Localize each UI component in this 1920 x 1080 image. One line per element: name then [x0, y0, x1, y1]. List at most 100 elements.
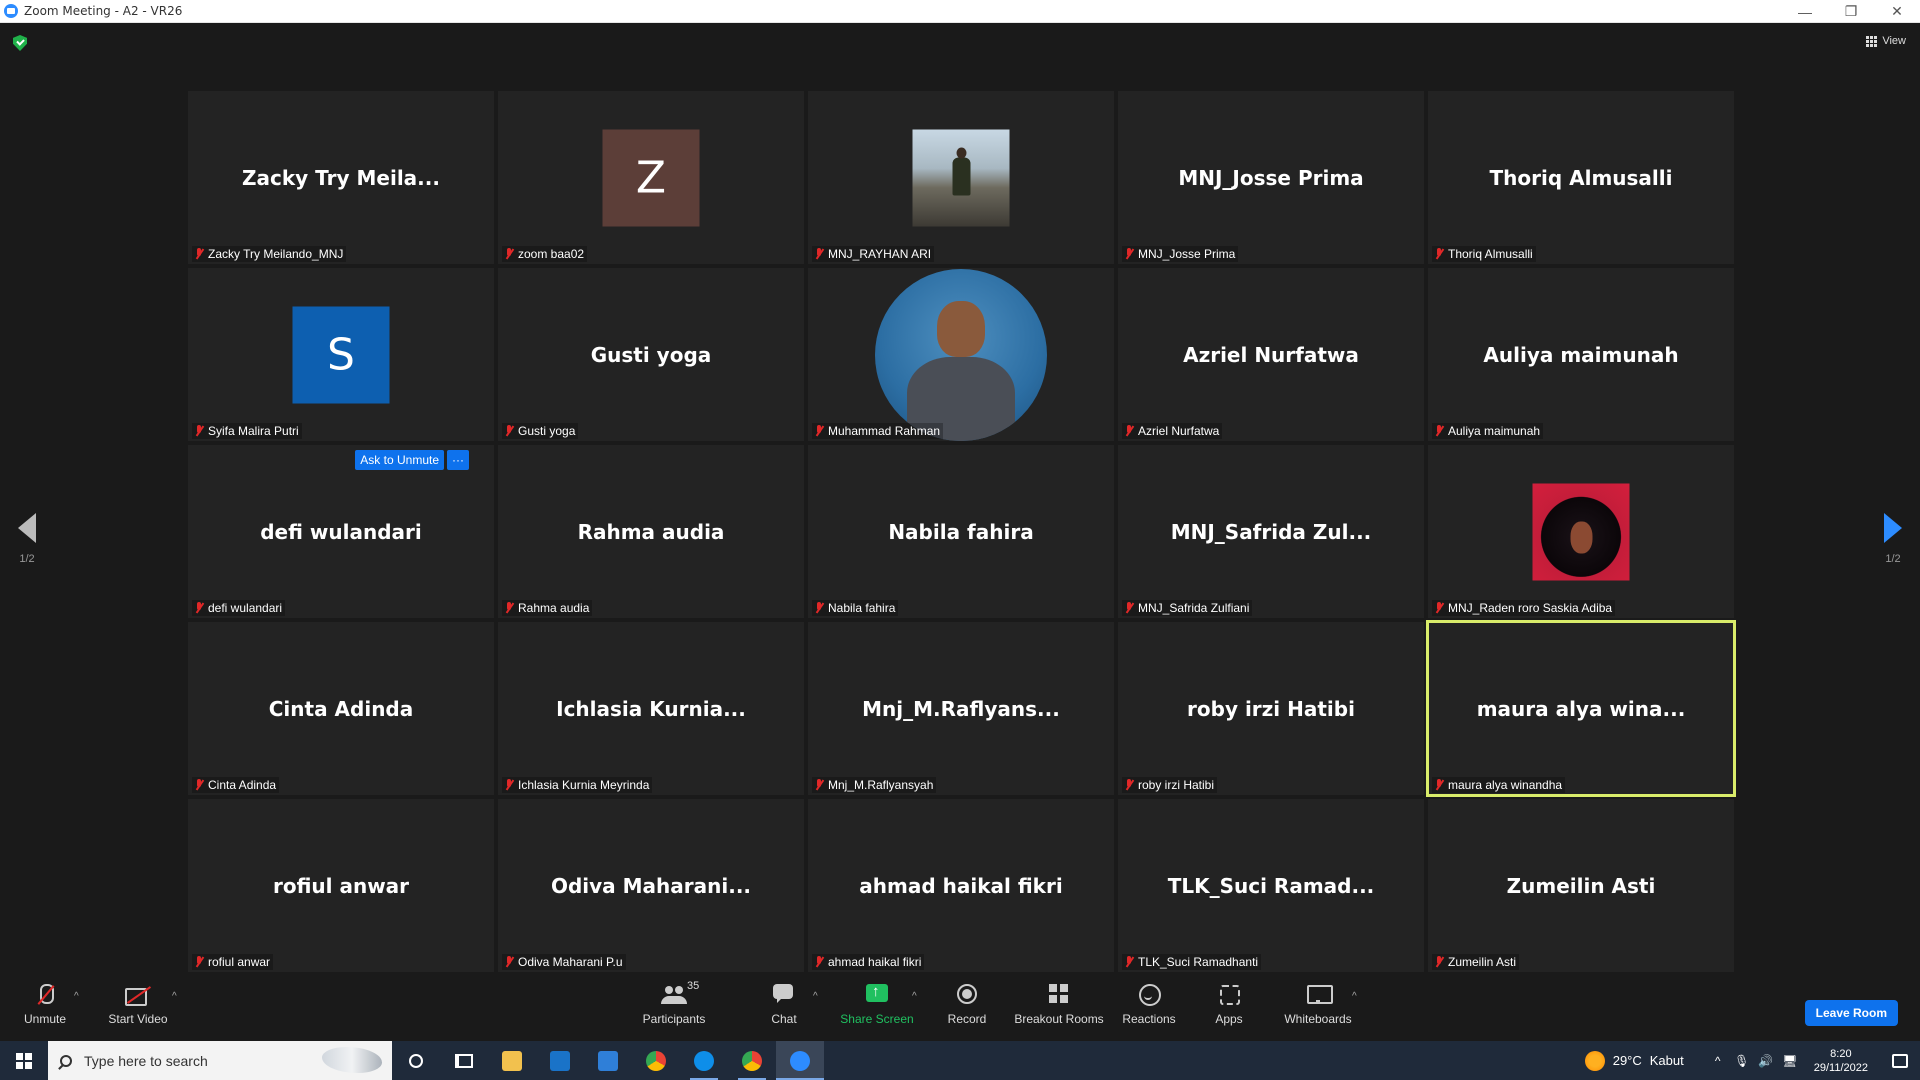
zoom-taskbar-button[interactable]	[776, 1041, 824, 1080]
video-options-caret[interactable]: ^	[172, 991, 177, 1002]
task-view-icon	[455, 1053, 473, 1068]
taskbar-clock[interactable]: 8:20 29/11/2022	[1814, 1047, 1868, 1075]
participant-name-label: Odiva Maharani P.u	[502, 954, 626, 970]
notification-center-button[interactable]	[1880, 1041, 1920, 1080]
participant-tile[interactable]: Auliya maimunah Auliya maimunah	[1428, 268, 1734, 441]
participant-tile[interactable]: Rahma audia Rahma audia	[498, 445, 804, 618]
share-options-caret[interactable]: ^	[912, 991, 917, 1002]
whiteboard-icon	[1303, 982, 1333, 1008]
participant-tile[interactable]: defi wulandari Ask to Unmute ··· defi wulan…	[188, 445, 494, 618]
encryption-shield-icon[interactable]	[13, 35, 27, 51]
file-explorer-button[interactable]	[488, 1041, 536, 1080]
participant-tile[interactable]: Nabila fahira Nabila fahira	[808, 445, 1114, 618]
whiteboard-options-caret[interactable]: ^	[1352, 991, 1357, 1002]
participant-name: Auliya maimunah	[1448, 424, 1541, 438]
participant-name-label: Auliya maimunah	[1432, 423, 1544, 439]
mail-button[interactable]	[584, 1041, 632, 1080]
participant-tile[interactable]: Ichlasia Kurnia... Ichlasia Kurnia Meyrin…	[498, 622, 804, 795]
view-button[interactable]: View	[1866, 35, 1906, 47]
restore-button[interactable]: ❐	[1828, 0, 1874, 23]
participant-tile[interactable]: ahmad haikal fikri ahmad haikal fikri	[808, 799, 1114, 972]
participant-tile[interactable]: Odiva Maharani... Odiva Maharani P.u	[498, 799, 804, 972]
taskbar-search-box[interactable]: Type here to search	[48, 1041, 392, 1080]
zoom-app-icon	[4, 4, 18, 18]
participant-tile[interactable]: MNJ_RAYHAN ARI	[808, 91, 1114, 264]
mic-muted-icon	[814, 425, 824, 437]
network-icon[interactable]: 🖥	[1780, 1051, 1800, 1071]
participant-display-name: Azriel Nurfatwa	[1183, 342, 1359, 367]
participant-tile[interactable]: Mnj_M.Raflyans... Mnj_M.Raflyansyah	[808, 622, 1114, 795]
volume-icon[interactable]: 🔊	[1756, 1051, 1776, 1071]
start-button[interactable]	[0, 1041, 48, 1080]
cortana-button[interactable]	[392, 1041, 440, 1080]
participant-display-name: Odiva Maharani...	[550, 873, 752, 898]
tray-overflow-icon[interactable]: ^	[1708, 1051, 1728, 1071]
participant-name: Syifa Malira Putri	[208, 424, 299, 438]
participant-tile[interactable]: Zzoom baa02	[498, 91, 804, 264]
cortana-icon	[409, 1053, 423, 1068]
participant-tile[interactable]: Gusti yoga Gusti yoga	[498, 268, 804, 441]
participant-tile[interactable]: MNJ_Safrida Zul... MNJ_Safrida Zulfiani	[1118, 445, 1424, 618]
store-button[interactable]	[536, 1041, 584, 1080]
reactions-button[interactable]: Reactions	[1104, 982, 1194, 1026]
teamviewer-button[interactable]	[680, 1041, 728, 1080]
participant-tile[interactable]: S Syifa Malira Putri	[188, 268, 494, 441]
start-video-button[interactable]: Start Video	[93, 982, 183, 1026]
whiteboards-label: Whiteboards	[1284, 1012, 1352, 1026]
record-button[interactable]: Record	[922, 982, 1012, 1026]
ask-to-unmute-button[interactable]: Ask to Unmute	[355, 450, 444, 470]
participant-tile[interactable]: Zumeilin Asti Zumeilin Asti	[1428, 799, 1734, 972]
share-screen-button[interactable]: Share Screen	[832, 982, 922, 1026]
audio-options-caret[interactable]: ^	[74, 991, 79, 1002]
participant-display-name: Zacky Try Meila...	[242, 165, 440, 190]
portrait-circle-photo	[875, 268, 1047, 441]
weather-widget[interactable]: 29°C Kabut	[1584, 1050, 1684, 1071]
whiteboards-button[interactable]: Whiteboards	[1273, 982, 1363, 1026]
participant-tile[interactable]: rofiul anwar rofiul anwar	[188, 799, 494, 972]
leave-room-button[interactable]: Leave Room	[1804, 1000, 1898, 1026]
previous-page-button[interactable]: 1/2	[18, 513, 36, 565]
gallery-grid: Zacky Try Meila... Zacky Try Meilando_MNJ…	[188, 91, 1736, 972]
task-view-button[interactable]	[440, 1041, 488, 1080]
zoom-icon	[790, 1050, 810, 1071]
next-page-button[interactable]: 1/2	[1884, 513, 1902, 565]
participant-display-name: maura alya wina...	[1476, 696, 1686, 721]
chrome-button[interactable]	[632, 1041, 680, 1080]
participant-tile[interactable]: TLK_Suci Ramad... TLK_Suci Ramadhanti	[1118, 799, 1424, 972]
participant-tile[interactable]: Thoriq Almusalli Thoriq Almusalli	[1428, 91, 1734, 264]
more-options-button[interactable]: ···	[447, 450, 469, 470]
participant-name: TLK_Suci Ramadhanti	[1138, 955, 1259, 969]
breakout-rooms-label: Breakout Rooms	[1014, 1012, 1104, 1026]
meeting-toolbar: Unmute ^ Start Video ^ 35 Participants C…	[0, 980, 1920, 1041]
mic-muted-icon	[1124, 779, 1134, 791]
participant-display-name: MNJ_Josse Prima	[1178, 165, 1364, 190]
participant-name-label: roby irzi Hatibi	[1122, 777, 1218, 793]
participant-tile[interactable]: roby irzi Hatibi roby irzi Hatibi	[1118, 622, 1424, 795]
apps-button[interactable]: Apps	[1184, 982, 1274, 1026]
chat-options-caret[interactable]: ^	[813, 991, 818, 1002]
unmute-button[interactable]: Unmute	[0, 982, 90, 1026]
close-button[interactable]: ✕	[1874, 0, 1920, 23]
minimize-button[interactable]: —	[1782, 0, 1828, 23]
microphone-tray-icon[interactable]: 🎙	[1732, 1051, 1752, 1071]
participant-tile[interactable]: MNJ_Raden roro Saskia Adiba	[1428, 445, 1734, 618]
mic-muted-icon	[194, 602, 204, 614]
participant-name-label: defi wulandari	[192, 600, 286, 616]
participants-label: Participants	[642, 1012, 706, 1026]
breakout-rooms-button[interactable]: Breakout Rooms	[1014, 982, 1104, 1026]
participant-tile[interactable]: Cinta Adinda Cinta Adinda	[188, 622, 494, 795]
participants-button[interactable]: 35 Participants	[629, 980, 719, 1026]
participant-tile[interactable]: Zacky Try Meila... Zacky Try Meilando_MNJ	[188, 91, 494, 264]
mic-muted-icon	[194, 425, 204, 437]
participant-tile[interactable]: Muhammad Rahman	[808, 268, 1114, 441]
participant-tile[interactable]: MNJ_Josse Prima MNJ_Josse Prima	[1118, 91, 1424, 264]
chrome-profile-button[interactable]	[728, 1041, 776, 1080]
chat-button[interactable]: Chat	[739, 982, 829, 1026]
participant-tile[interactable]: maura alya wina... maura alya winandha	[1426, 620, 1736, 797]
participant-tile[interactable]: Azriel Nurfatwa Azriel Nurfatwa	[1118, 268, 1424, 441]
participant-name: Zacky Try Meilando_MNJ	[208, 247, 344, 261]
participant-name: Ichlasia Kurnia Meyrinda	[518, 778, 650, 792]
participant-name-label: Zumeilin Asti	[1432, 954, 1520, 970]
weather-temp: 29°C	[1612, 1053, 1642, 1068]
windows-taskbar: Type here to search 29°C Kabut ^ 🎙 🔊 🖥 8…	[0, 1041, 1920, 1080]
